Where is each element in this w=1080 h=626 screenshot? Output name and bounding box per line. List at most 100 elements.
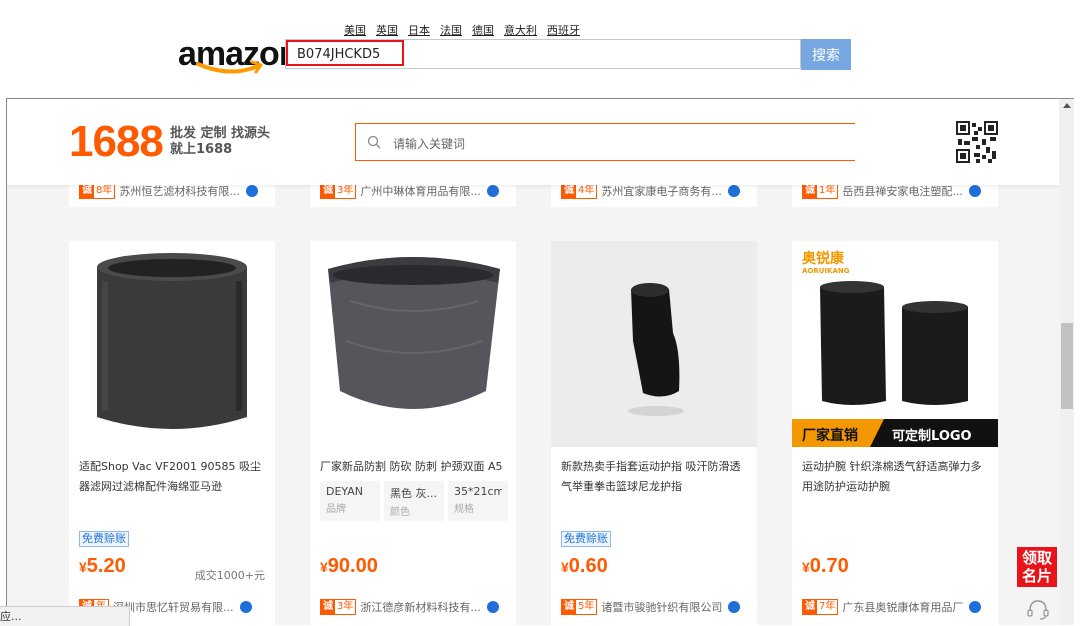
supplier-years-badge: 诚 8年 bbox=[79, 183, 116, 199]
factory-direct-tag: 厂家直销 bbox=[802, 427, 858, 444]
country-link-es[interactable]: 西班牙 bbox=[547, 22, 580, 38]
product-title[interactable]: 新款热卖手指套运动护指 吸汗防滑透气举重拳击篮球尼龙护指 bbox=[561, 457, 749, 497]
product-attributes: DEYAN 品牌 黑色 灰... 颜色 35*21cm 规格 bbox=[320, 481, 508, 521]
vertical-scrollbar[interactable] bbox=[1060, 99, 1074, 625]
product-image[interactable] bbox=[551, 241, 757, 447]
free-credit-badge: 免费赊账 bbox=[79, 531, 129, 547]
supplier-line[interactable]: 诚 3年 广州中琳体育用品有限... bbox=[320, 183, 499, 199]
scrollbar-thumb[interactable] bbox=[1061, 323, 1073, 409]
cheng-icon: 诚 bbox=[803, 184, 817, 198]
slogan: 批发 定制 找源头 就上1688 bbox=[170, 126, 270, 158]
supplier-years-badge: 诚 1年 bbox=[802, 183, 839, 199]
attribute-value: 35*21cm bbox=[454, 485, 502, 498]
supplier-name[interactable]: 岳西县禅安家电注塑配... bbox=[842, 183, 963, 199]
custom-logo-tag: 可定制LOGO bbox=[892, 428, 972, 444]
supplier-name[interactable]: 广东县奥锐康体育用品厂 bbox=[842, 599, 963, 615]
currency-symbol: ¥ bbox=[79, 559, 87, 575]
supplier-name[interactable]: 浙江德彦新材料科技有... bbox=[360, 599, 481, 615]
qr-code-icon[interactable] bbox=[956, 121, 998, 163]
attribute-value: DEYAN bbox=[326, 485, 364, 498]
product-image[interactable] bbox=[69, 241, 275, 447]
attribute-key: 规格 bbox=[454, 504, 474, 515]
country-link-us[interactable]: 美国 bbox=[344, 22, 366, 38]
amazon-search-button[interactable]: 搜索 bbox=[801, 39, 851, 70]
slogan-line1: 批发 定制 找源头 bbox=[170, 126, 271, 141]
supplier-years-badge: 诚 5年 bbox=[561, 599, 598, 615]
brand-logo-text: 奥锐康 bbox=[802, 250, 845, 267]
info-icon[interactable] bbox=[728, 601, 741, 613]
attribute-brand: DEYAN 品牌 bbox=[320, 481, 380, 521]
info-icon[interactable] bbox=[727, 185, 740, 197]
info-icon[interactable] bbox=[239, 601, 252, 613]
info-icon[interactable] bbox=[245, 185, 258, 197]
supplier-line[interactable]: 诚 3年 浙江德彦新材料科技有... bbox=[320, 599, 499, 615]
product-price: ¥0.70 bbox=[802, 555, 849, 578]
product-price: ¥5.20 bbox=[79, 555, 126, 578]
product-title[interactable]: 适配Shop Vac VF2001 90585 吸尘器滤网过滤棉配件海绵亚马逊 bbox=[79, 457, 267, 497]
country-link-it[interactable]: 意大利 bbox=[504, 22, 537, 38]
country-links: 美国 英国 日本 法国 德国 意大利 西班牙 bbox=[344, 22, 580, 38]
amazon-top-bar: 美国 英国 日本 法国 德国 意大利 西班牙 amazon B074JHCKD5… bbox=[0, 0, 1080, 98]
headset-support-icon[interactable] bbox=[1025, 597, 1051, 621]
product-image[interactable] bbox=[310, 241, 516, 447]
cheng-icon: 诚 bbox=[803, 600, 817, 614]
country-link-jp[interactable]: 日本 bbox=[408, 22, 430, 38]
product-card[interactable]: 奥锐康 AORUIKANG 厂家直销 可定制LOGO 运动护腕 针织涤棉透气舒适… bbox=[792, 241, 998, 625]
supplier-years-badge: 诚 3年 bbox=[320, 599, 357, 615]
supplier-line[interactable]: 诚 5年 诸暨市骏驰针织有限公司 bbox=[561, 599, 741, 615]
foam-filter-image bbox=[69, 241, 275, 447]
product-card[interactable]: 新款热卖手指套运动护指 吸汗防滑透气举重拳击篮球尼龙护指 免费赊账 ¥0.60 … bbox=[551, 241, 757, 625]
country-link-uk[interactable]: 英国 bbox=[376, 22, 398, 38]
product-price: ¥90.00 bbox=[320, 555, 378, 578]
supplier-years-badge: 诚 3年 bbox=[320, 183, 357, 199]
cheng-icon: 诚 bbox=[562, 600, 576, 614]
product-card[interactable]: 厂家新品防割 防砍 防刺 护颈双面 A5 DEYAN 品牌 黑色 灰... 颜色… bbox=[310, 241, 516, 625]
get-business-card-button[interactable]: 领取名片 bbox=[1017, 547, 1057, 587]
price-value: 90.00 bbox=[327, 555, 378, 577]
supplier-line[interactable]: 诚 7年 广东县奥锐康体育用品厂 bbox=[802, 599, 982, 615]
currency-symbol: ¥ bbox=[802, 559, 810, 575]
info-icon[interactable] bbox=[486, 601, 499, 613]
logo-1688[interactable]: 1688 bbox=[69, 119, 164, 165]
product-card[interactable]: 适配Shop Vac VF2001 90585 吸尘器滤网过滤棉配件海绵亚马逊 … bbox=[69, 241, 275, 625]
product-title[interactable]: 厂家新品防割 防砍 防刺 护颈双面 A5 bbox=[320, 457, 508, 477]
currency-symbol: ¥ bbox=[561, 559, 569, 575]
supplier-name[interactable]: 苏州宜家康电子商务有... bbox=[601, 183, 722, 199]
search-placeholder: 请输入关键词 bbox=[393, 137, 466, 151]
slogan-line2: 就上1688 bbox=[170, 142, 233, 157]
country-link-fr[interactable]: 法国 bbox=[440, 22, 462, 38]
cheng-icon: 诚 bbox=[80, 184, 94, 198]
supplier-name[interactable]: 苏州恒艺滤材科技有限... bbox=[119, 183, 240, 199]
price-value: 0.60 bbox=[568, 555, 608, 577]
attribute-value: 黑色 灰... bbox=[390, 487, 437, 500]
product-title[interactable]: 运动护腕 针织涤棉透气舒适高弹力多用途防护运动护腕 bbox=[802, 457, 990, 497]
attribute-spec: 35*21cm 规格 bbox=[448, 481, 508, 521]
info-icon[interactable] bbox=[969, 601, 982, 613]
price-value: 5.20 bbox=[86, 555, 126, 577]
sold-count: 成交1000+元 bbox=[194, 569, 265, 582]
neck-guard-image bbox=[310, 241, 516, 447]
info-icon[interactable] bbox=[968, 185, 981, 197]
amazon-smile-icon bbox=[196, 60, 263, 74]
browser-status-bar: 应... bbox=[0, 606, 130, 626]
price-value: 0.70 bbox=[809, 555, 849, 577]
supplier-name[interactable]: 深圳市思忆轩贸易有限... bbox=[113, 599, 234, 615]
scroll-up-arrow-icon[interactable] bbox=[1063, 103, 1071, 108]
supplier-line[interactable]: 诚 8年 苏州恒艺滤材科技有限... bbox=[79, 183, 258, 199]
product-price: ¥0.60 bbox=[561, 555, 608, 578]
cheng-icon: 诚 bbox=[321, 184, 335, 198]
supplier-name[interactable]: 诸暨市骏驰针织有限公司 bbox=[601, 599, 722, 615]
amazon-logo[interactable]: amazon bbox=[178, 34, 300, 74]
info-icon[interactable] bbox=[486, 185, 499, 197]
site-1688-header: 1688 批发 定制 找源头 就上1688 请输入关键词 bbox=[7, 99, 1059, 185]
country-link-de[interactable]: 德国 bbox=[472, 22, 494, 38]
amazon-search-value: B074JHCKD5 bbox=[297, 47, 381, 62]
brand-logo-en: AORUIKANG bbox=[802, 267, 850, 275]
supplier-line[interactable]: 诚 1年 岳西县禅安家电注塑配... bbox=[802, 183, 981, 199]
supplier-name[interactable]: 广州中琳体育用品有限... bbox=[360, 183, 481, 199]
supplier-years-badge: 诚 4年 bbox=[561, 183, 598, 199]
attribute-key: 颜色 bbox=[390, 507, 410, 518]
product-image[interactable]: 奥锐康 AORUIKANG 厂家直销 可定制LOGO bbox=[792, 241, 998, 447]
supplier-line[interactable]: 诚 4年 苏州宜家康电子商务有... bbox=[561, 183, 740, 199]
attribute-color: 黑色 灰... 颜色 bbox=[384, 481, 444, 521]
